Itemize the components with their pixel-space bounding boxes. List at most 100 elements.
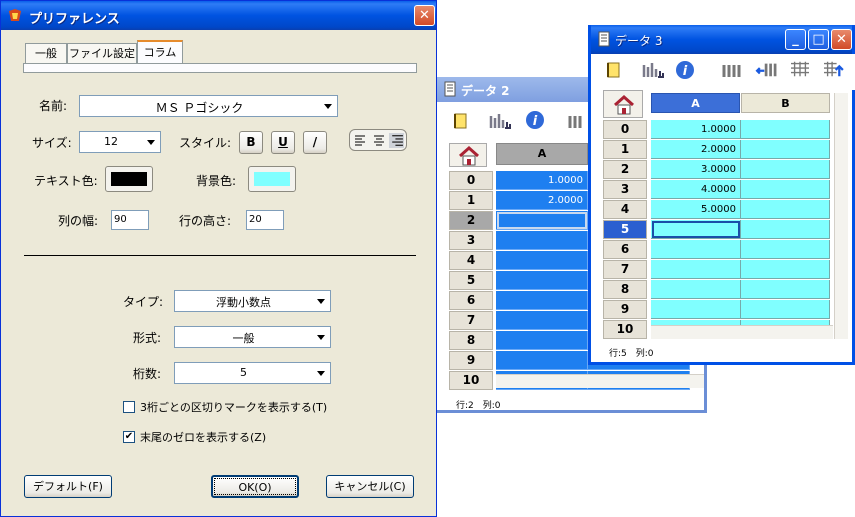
data3-cell[interactable] bbox=[651, 280, 741, 299]
preferences-titlebar[interactable]: プリファレンス ✕ bbox=[1, 1, 436, 30]
data2-row-header[interactable]: 4 bbox=[449, 251, 493, 270]
digits-select[interactable]: 5 bbox=[174, 362, 331, 384]
data3-row-header[interactable]: 6 bbox=[603, 240, 647, 259]
chart-data-icon[interactable] bbox=[642, 61, 666, 79]
data2-row-header[interactable]: 6 bbox=[449, 291, 493, 310]
data3-cell[interactable] bbox=[741, 220, 830, 239]
trailing-zero-checkbox[interactable]: ✔ bbox=[123, 431, 135, 443]
font-size-select[interactable]: 12 bbox=[79, 131, 161, 153]
ok-button[interactable]: OK(O) bbox=[211, 475, 299, 498]
data3-cell[interactable] bbox=[741, 240, 830, 259]
data3-row-header[interactable]: 10 bbox=[603, 320, 647, 339]
note-icon[interactable] bbox=[452, 112, 470, 130]
data2-row-header[interactable]: 5 bbox=[449, 271, 493, 290]
thousands-separator-checkbox[interactable] bbox=[123, 401, 135, 413]
bg-color-swatch[interactable] bbox=[248, 166, 296, 192]
data3-row-header[interactable]: 3 bbox=[603, 180, 647, 199]
data3-cell[interactable] bbox=[741, 140, 830, 159]
tab-general[interactable]: 一般 bbox=[25, 43, 67, 63]
data3-titlebar[interactable]: データ 3 _ □ ✕ bbox=[591, 25, 852, 54]
data3-cell[interactable] bbox=[741, 160, 830, 179]
data3-row-header[interactable]: 8 bbox=[603, 280, 647, 299]
data3-row-header[interactable]: 9 bbox=[603, 300, 647, 319]
data3-row-header[interactable]: 0 bbox=[603, 120, 647, 139]
data3-cell[interactable]: 4.0000 bbox=[651, 180, 741, 199]
data3-cell[interactable] bbox=[741, 280, 830, 299]
data2-cell[interactable]: 1.0000 bbox=[496, 171, 588, 190]
maximize-button[interactable]: □ bbox=[808, 29, 829, 50]
data3-vertical-scrollbar[interactable] bbox=[834, 93, 848, 339]
text-color-swatch[interactable] bbox=[105, 166, 153, 192]
underline-button[interactable]: U bbox=[271, 131, 295, 154]
data2-cell[interactable] bbox=[496, 351, 588, 370]
default-button[interactable]: デフォルト(F) bbox=[24, 475, 112, 498]
data2-row-header[interactable]: 7 bbox=[449, 311, 493, 330]
data2-row-header[interactable]: 0 bbox=[449, 171, 493, 190]
info-icon[interactable]: i bbox=[675, 60, 695, 80]
columns-icon[interactable] bbox=[567, 112, 589, 130]
type-select[interactable]: 浮動小数点 bbox=[174, 290, 331, 312]
data3-cell[interactable] bbox=[651, 260, 741, 279]
data2-row-header[interactable]: 3 bbox=[449, 231, 493, 250]
data2-row-header[interactable]: 10 bbox=[449, 371, 493, 390]
row-height-input[interactable]: 20 bbox=[246, 210, 284, 230]
move-up-icon[interactable] bbox=[821, 60, 845, 78]
data2-cell[interactable] bbox=[496, 231, 588, 250]
data2-cell[interactable]: 2.0000 bbox=[496, 191, 588, 210]
data2-cell[interactable] bbox=[496, 291, 588, 310]
data2-cell[interactable] bbox=[496, 311, 588, 330]
close-button[interactable]: ✕ bbox=[414, 5, 435, 26]
data3-cell[interactable] bbox=[651, 220, 741, 239]
note-icon[interactable] bbox=[605, 61, 623, 79]
col-width-input[interactable]: 90 bbox=[111, 210, 149, 230]
font-name-select[interactable]: ＭＳ Ｐゴシック bbox=[79, 95, 338, 117]
close-button[interactable]: ✕ bbox=[831, 29, 852, 50]
data2-horizontal-scrollbar[interactable] bbox=[496, 374, 704, 388]
data3-cell[interactable] bbox=[741, 260, 830, 279]
cancel-button[interactable]: キャンセル(C) bbox=[326, 475, 414, 498]
data3-cell[interactable]: 1.0000 bbox=[651, 120, 741, 139]
data3-cell[interactable]: 2.0000 bbox=[651, 140, 741, 159]
data3-row-header[interactable]: 7 bbox=[603, 260, 647, 279]
bold-button[interactable]: B bbox=[239, 131, 263, 154]
data3-row-header[interactable]: 5 bbox=[603, 220, 647, 239]
data2-cell[interactable] bbox=[496, 251, 588, 270]
data2-cell[interactable] bbox=[496, 271, 588, 290]
data3-cell[interactable]: 5.0000 bbox=[651, 200, 741, 219]
data3-column-header-a[interactable]: A bbox=[651, 93, 740, 113]
data2-column-header-a[interactable]: A bbox=[496, 143, 588, 165]
format-select[interactable]: 一般 bbox=[174, 326, 331, 348]
data3-column-header-b[interactable]: B bbox=[741, 93, 830, 113]
grid-icon[interactable] bbox=[788, 60, 812, 78]
data3-cell[interactable] bbox=[741, 120, 830, 139]
columns-icon[interactable] bbox=[721, 61, 745, 79]
data3-row-header[interactable]: 2 bbox=[603, 160, 647, 179]
data2-row-header[interactable]: 2 bbox=[449, 211, 493, 230]
data3-cell[interactable] bbox=[741, 200, 830, 219]
data3-cell[interactable] bbox=[741, 300, 830, 319]
insert-column-icon[interactable] bbox=[754, 60, 780, 78]
data2-row-header[interactable]: 8 bbox=[449, 331, 493, 350]
align-left-icon[interactable] bbox=[354, 134, 368, 147]
data3-row-header[interactable]: 4 bbox=[603, 200, 647, 219]
italic-button[interactable]: / bbox=[303, 131, 327, 154]
align-center-icon[interactable] bbox=[372, 134, 386, 147]
data2-row-header[interactable]: 9 bbox=[449, 351, 493, 370]
data2-home-button[interactable] bbox=[449, 143, 487, 167]
data2-cell[interactable] bbox=[496, 331, 588, 350]
chart-data-icon[interactable] bbox=[489, 112, 513, 130]
tab-column[interactable]: コラム bbox=[137, 40, 183, 64]
minimize-button[interactable]: _ bbox=[785, 29, 806, 50]
data2-cell[interactable] bbox=[496, 211, 588, 230]
data3-horizontal-scrollbar[interactable] bbox=[651, 325, 833, 339]
data3-home-button[interactable] bbox=[603, 90, 643, 118]
data3-row-header[interactable]: 1 bbox=[603, 140, 647, 159]
data2-row-header[interactable]: 1 bbox=[449, 191, 493, 210]
data3-cell[interactable] bbox=[651, 300, 741, 319]
align-right-icon[interactable] bbox=[389, 133, 404, 148]
data3-cell[interactable] bbox=[651, 240, 741, 259]
data3-cell[interactable]: 3.0000 bbox=[651, 160, 741, 179]
info-icon[interactable]: i bbox=[525, 110, 545, 130]
data3-cell[interactable] bbox=[741, 180, 830, 199]
tab-file-settings[interactable]: ファイル設定 bbox=[67, 43, 137, 63]
